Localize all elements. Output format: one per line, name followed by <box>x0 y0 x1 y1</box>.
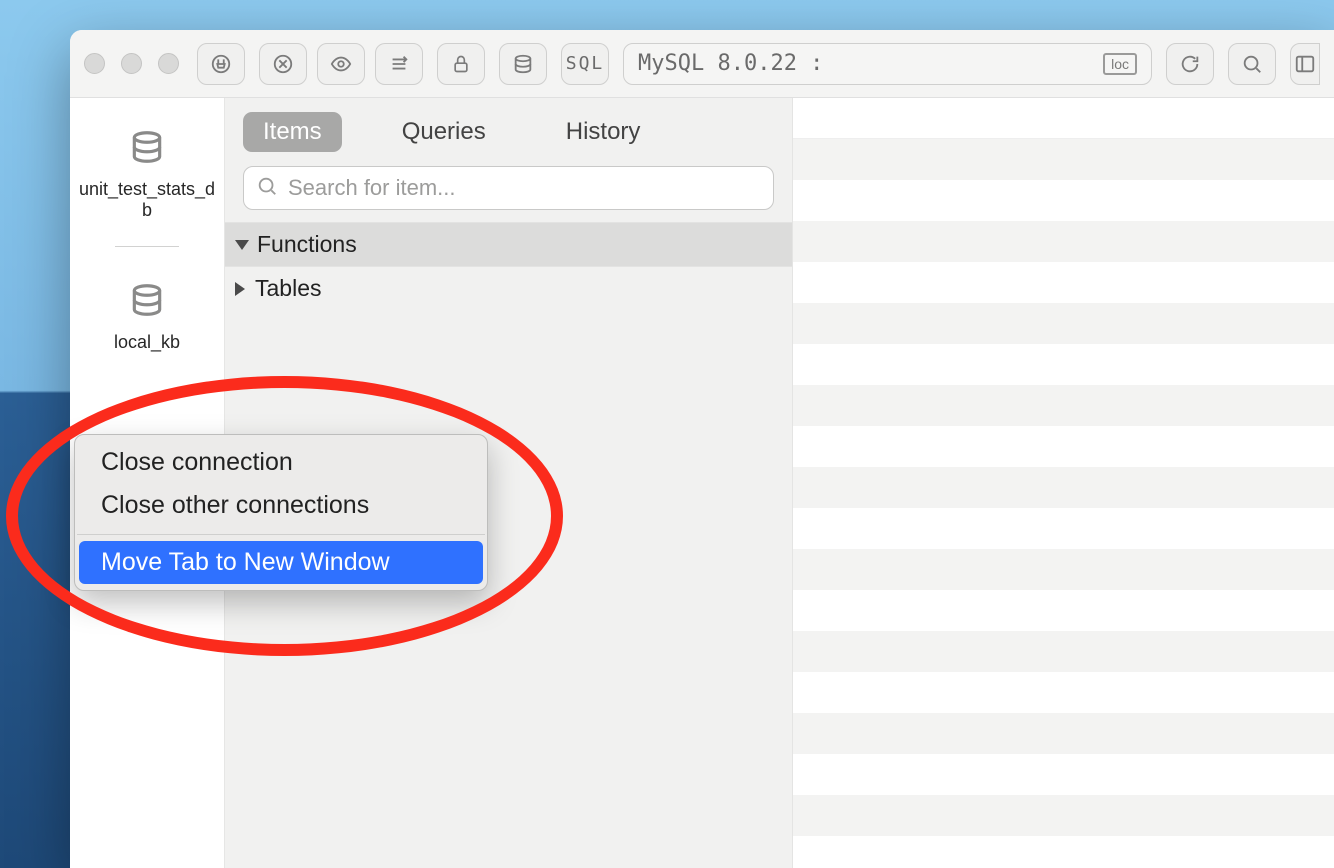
cancel-icon-button[interactable] <box>259 43 307 85</box>
sql-button[interactable]: SQL <box>561 43 609 85</box>
sidebar-item-label: unit_test_stats_db <box>74 179 220 220</box>
main-content <box>793 98 1334 868</box>
context-menu: Close connection Close other connections… <box>74 434 488 591</box>
sidebar-separator <box>115 246 179 247</box>
toolbar-group-1 <box>259 43 423 85</box>
chevron-right-icon <box>235 282 245 296</box>
sidebar-item-label: local_kb <box>112 332 182 353</box>
eye-icon-button[interactable] <box>317 43 365 85</box>
search-icon <box>256 175 278 202</box>
connection-info-field[interactable]: MySQL 8.0.22 : loc <box>623 43 1152 85</box>
panel-icon-button[interactable] <box>1290 43 1320 85</box>
refresh-icon-button[interactable] <box>1166 43 1214 85</box>
tree-row-label: Functions <box>257 231 357 258</box>
search-box[interactable] <box>243 166 774 210</box>
database-icon-button[interactable] <box>499 43 547 85</box>
window-traffic-lights <box>84 53 179 74</box>
sidebar-item-local-kb[interactable]: local_kb <box>70 275 224 363</box>
search-icon-button[interactable] <box>1228 43 1276 85</box>
close-window-button[interactable] <box>84 53 105 74</box>
tab-history[interactable]: History <box>546 112 661 152</box>
lock-icon-button[interactable] <box>437 43 485 85</box>
search-input[interactable] <box>288 175 761 201</box>
items-panel-tabs: Items Queries History <box>225 98 792 166</box>
tree-row-functions[interactable]: Functions <box>225 222 792 266</box>
database-icon <box>128 281 166 324</box>
sidebar-item-unit-test-stats-db[interactable]: unit_test_stats_db <box>70 122 224 230</box>
context-menu-close-other[interactable]: Close other connections <box>75 484 487 527</box>
search-wrap <box>225 166 792 222</box>
tree-row-label: Tables <box>255 275 321 302</box>
loc-badge: loc <box>1103 53 1137 75</box>
connection-info-text: MySQL 8.0.22 : <box>638 51 823 76</box>
zoom-window-button[interactable] <box>158 53 179 74</box>
plug-icon-button[interactable] <box>197 43 245 85</box>
chevron-down-icon <box>235 240 249 250</box>
text-lines-icon-button[interactable] <box>375 43 423 85</box>
content-header-row <box>793 98 1334 139</box>
tree-row-tables[interactable]: Tables <box>225 266 792 310</box>
window-toolbar: SQL MySQL 8.0.22 : loc <box>70 30 1334 98</box>
tab-queries[interactable]: Queries <box>382 112 506 152</box>
context-menu-close-connection[interactable]: Close connection <box>75 441 487 484</box>
minimize-window-button[interactable] <box>121 53 142 74</box>
database-icon <box>128 128 166 171</box>
context-menu-separator <box>77 534 485 535</box>
context-menu-move-tab[interactable]: Move Tab to New Window <box>79 541 483 584</box>
tab-items[interactable]: Items <box>243 112 342 152</box>
content-zebra-rows <box>793 139 1334 868</box>
